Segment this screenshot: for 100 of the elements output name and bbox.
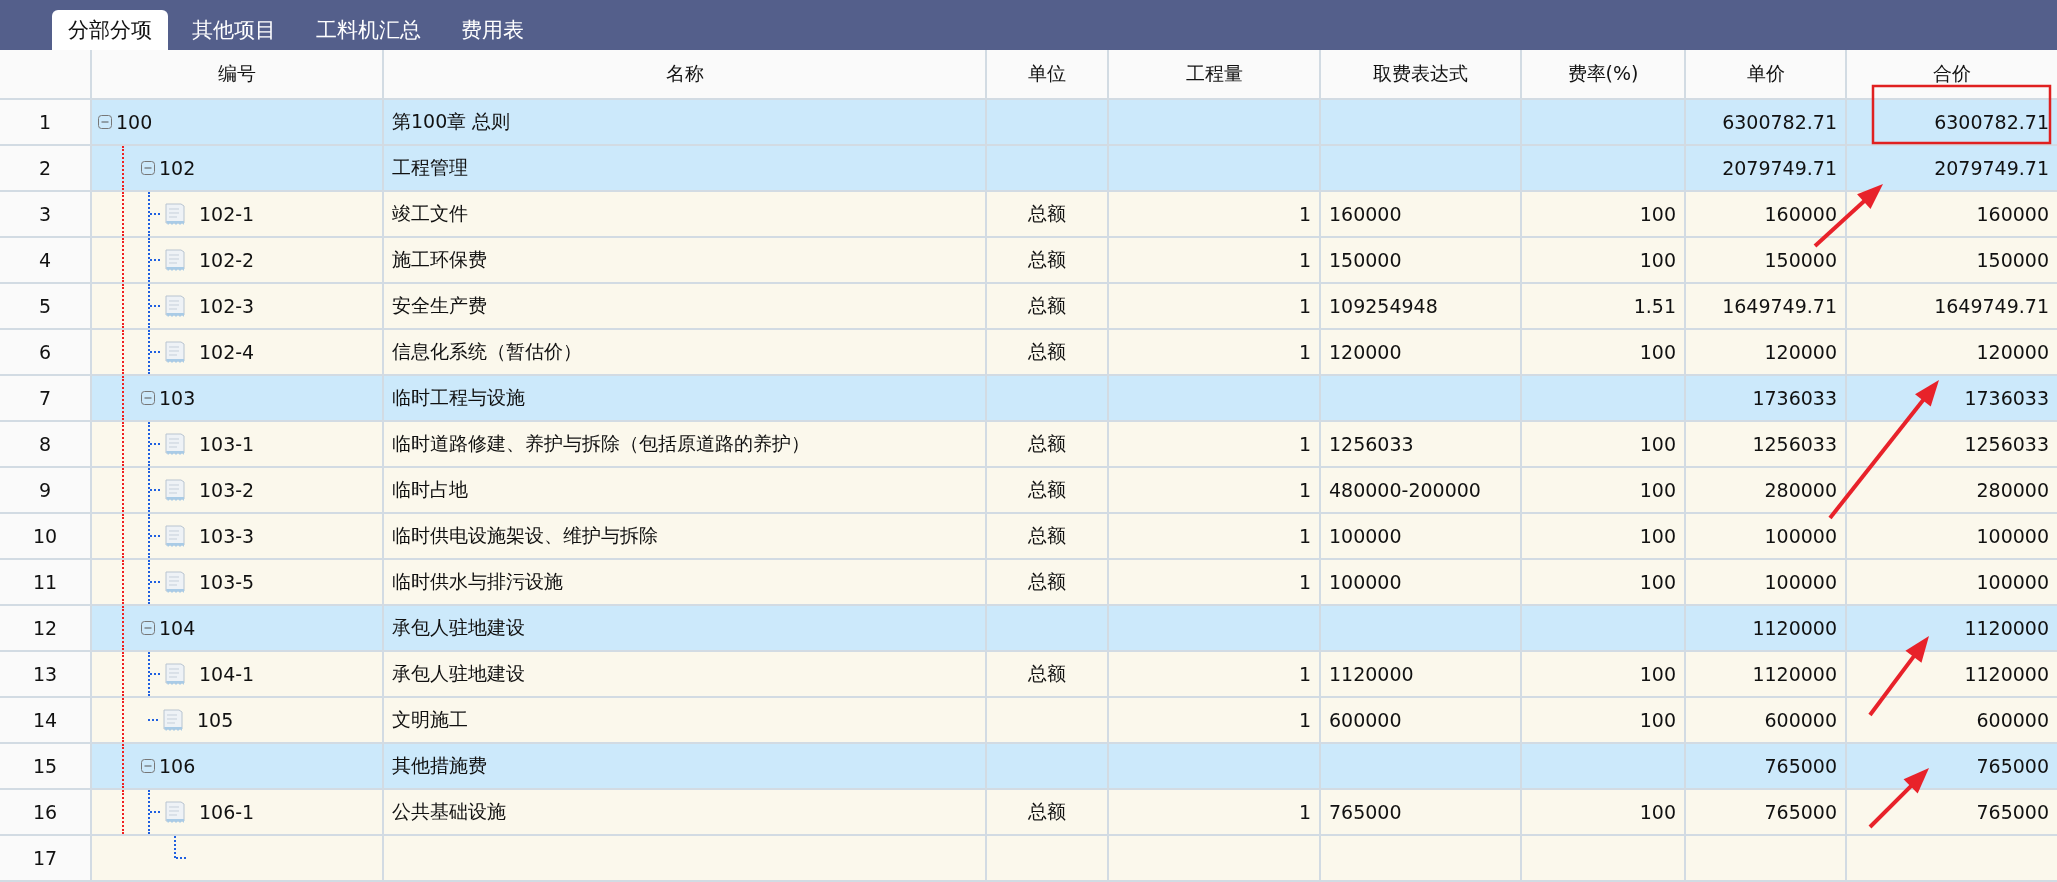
tab[interactable]: 其他项目 <box>176 10 292 50</box>
name-cell: 竣工文件 <box>384 192 987 238</box>
document-icon <box>163 523 187 549</box>
total-price-cell: 120000 <box>1847 330 2057 376</box>
unit-price-cell: 1120000 <box>1686 652 1847 698</box>
code-text: 102-1 <box>199 203 255 225</box>
total-price-cell: 1256033 <box>1847 422 2057 468</box>
expression-cell: 160000 <box>1321 192 1522 238</box>
quantity-cell: 1 <box>1109 284 1321 330</box>
document-icon <box>163 293 187 319</box>
code-text: 102-3 <box>199 295 255 317</box>
document-icon <box>163 799 187 825</box>
unit-price-cell: 100000 <box>1686 514 1847 560</box>
name-cell: 工程管理 <box>384 146 987 192</box>
name-cell: 第100章 总则 <box>384 100 987 146</box>
unit-cell: 总额 <box>987 560 1109 606</box>
total-price-cell: 1120000 <box>1847 652 2057 698</box>
row-number: 17 <box>0 836 92 882</box>
document-icon <box>163 477 187 503</box>
quantity-cell: 1 <box>1109 238 1321 284</box>
total-price-cell: 765000 <box>1847 790 2057 836</box>
quantity-cell: 1 <box>1109 698 1321 744</box>
quantity-cell: 1 <box>1109 514 1321 560</box>
tab[interactable]: 费用表 <box>445 10 540 50</box>
document-icon <box>163 569 187 595</box>
collapse-icon[interactable] <box>98 115 112 129</box>
document-icon <box>163 247 187 273</box>
rate-cell: 100 <box>1522 560 1686 606</box>
total-price-cell: 1649749.71 <box>1847 284 2057 330</box>
unit-cell: 总额 <box>987 192 1109 238</box>
name-cell: 其他措施费 <box>384 744 987 790</box>
rate-cell: 1.51 <box>1522 284 1686 330</box>
quantity-cell: 1 <box>1109 468 1321 514</box>
document-icon <box>163 201 187 227</box>
rate-cell: 100 <box>1522 422 1686 468</box>
total-price-cell: 1736033 <box>1847 376 2057 422</box>
row-number: 11 <box>0 560 92 606</box>
tab[interactable]: 工料机汇总 <box>300 10 437 50</box>
code-text: 106 <box>159 755 196 777</box>
row-number: 4 <box>0 238 92 284</box>
name-cell: 临时道路修建、养护与拆除（包括原道路的养护） <box>384 422 987 468</box>
document-icon <box>161 707 185 733</box>
row-number: 2 <box>0 146 92 192</box>
total-price-cell: 100000 <box>1847 560 2057 606</box>
expression-cell: 1256033 <box>1321 422 1522 468</box>
quantity-cell: 1 <box>1109 330 1321 376</box>
code-text: 102-4 <box>199 341 255 363</box>
expression-cell: 100000 <box>1321 514 1522 560</box>
unit-price-cell: 2079749.71 <box>1686 146 1847 192</box>
unit-cell: 总额 <box>987 330 1109 376</box>
total-price-cell: 150000 <box>1847 238 2057 284</box>
name-cell: 信息化系统（暂估价） <box>384 330 987 376</box>
name-cell: 施工环保费 <box>384 238 987 284</box>
rate-cell: 100 <box>1522 468 1686 514</box>
name-cell: 承包人驻地建设 <box>384 606 987 652</box>
row-number: 10 <box>0 514 92 560</box>
row-number: 14 <box>0 698 92 744</box>
name-cell: 临时工程与设施 <box>384 376 987 422</box>
quantity-cell: 1 <box>1109 652 1321 698</box>
name-cell: 安全生产费 <box>384 284 987 330</box>
total-price-cell: 100000 <box>1847 514 2057 560</box>
name-cell: 临时占地 <box>384 468 987 514</box>
row-number: 7 <box>0 376 92 422</box>
rate-cell: 100 <box>1522 514 1686 560</box>
total-price-cell: 160000 <box>1847 192 2057 238</box>
total-price-cell: 280000 <box>1847 468 2057 514</box>
code-text: 103 <box>159 387 196 409</box>
arrow <box>1868 768 1929 829</box>
code-text: 103-5 <box>199 571 255 593</box>
unit-price-cell: 765000 <box>1686 744 1847 790</box>
document-icon <box>163 431 187 457</box>
quantity-cell: 1 <box>1109 560 1321 606</box>
expression-cell: 480000-200000 <box>1321 468 1522 514</box>
row-number: 15 <box>0 744 92 790</box>
collapse-icon[interactable] <box>141 391 155 405</box>
unit-price-cell: 1736033 <box>1686 376 1847 422</box>
row-number: 12 <box>0 606 92 652</box>
unit-price-cell: 120000 <box>1686 330 1847 376</box>
expression-cell: 1120000 <box>1321 652 1522 698</box>
code-text: 102 <box>159 157 196 179</box>
collapse-icon[interactable] <box>141 759 155 773</box>
unit-price-cell: 1120000 <box>1686 606 1847 652</box>
row-number: 5 <box>0 284 92 330</box>
expression-cell: 150000 <box>1321 238 1522 284</box>
unit-price-cell: 6300782.71 <box>1686 100 1847 146</box>
rate-cell: 100 <box>1522 698 1686 744</box>
unit-cell: 总额 <box>987 238 1109 284</box>
collapse-icon[interactable] <box>141 161 155 175</box>
collapse-icon[interactable] <box>141 621 155 635</box>
tab[interactable]: 分部分项 <box>52 10 168 50</box>
unit-price-cell: 1256033 <box>1686 422 1847 468</box>
quantity-cell: 1 <box>1109 790 1321 836</box>
name-cell: 临时供水与排污设施 <box>384 560 987 606</box>
document-icon <box>163 661 187 687</box>
name-cell: 承包人驻地建设 <box>384 652 987 698</box>
row-number: 16 <box>0 790 92 836</box>
unit-price-cell: 150000 <box>1686 238 1847 284</box>
row-number: 8 <box>0 422 92 468</box>
rate-cell: 100 <box>1522 330 1686 376</box>
unit-cell: 总额 <box>987 422 1109 468</box>
